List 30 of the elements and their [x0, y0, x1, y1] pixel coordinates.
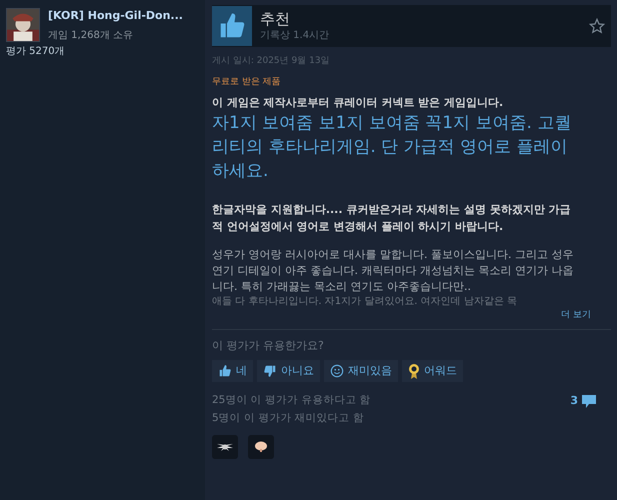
games-owned[interactable]: 게임 1,268개 소유 — [48, 28, 183, 42]
no-vote-button[interactable]: 아니요 — [257, 360, 320, 382]
free-product-label: 무료로 받은 제품 — [212, 76, 282, 88]
verdict-title: 추천 — [260, 10, 291, 28]
helpful-count: 25명이 이 평가가 유용하다고 함 — [212, 393, 372, 408]
yes-vote-button[interactable]: 네 — [212, 360, 253, 382]
posted-date: 게시 일시: 2025년 9월 13일 — [212, 55, 331, 68]
funny-vote-button[interactable]: 재미있음 — [324, 360, 398, 382]
bold-paragraph: 한글자막을 지원합니다.... 큐커받은거라 자세히는 설명 못하겠지만 가급적 언어설정에서 영어로 변경해서 플레이 하시기 바랍니다. — [212, 202, 572, 235]
bold-paragraph: 이 게임은 제작사로부터 큐레이터 커넥트 받은 게임입니다. — [212, 95, 504, 111]
reviewer-name[interactable]: [KOR] Hong-Gil-Don... — [48, 8, 183, 24]
smiley-icon — [330, 364, 344, 378]
comment-count[interactable]: 3 — [570, 393, 578, 410]
award-badge[interactable] — [212, 434, 238, 458]
comment-icon[interactable] — [581, 393, 597, 409]
award-badge[interactable] — [248, 434, 274, 458]
award-vote-button[interactable]: 어워드 — [402, 360, 463, 382]
headline-paragraph: 자1지 보여줌 보1지 보여줌 꼭1지 보여줌. 고퀄리티의 후타나리게임. 단 가급적 영어로 플레이하세요. — [212, 112, 572, 183]
playtime: 기록상 1.4시간 — [260, 28, 330, 42]
read-more-link[interactable]: 더 보기 — [561, 309, 591, 322]
thumbs-down-icon — [263, 364, 277, 378]
brain-icon — [254, 440, 268, 452]
star-icon[interactable] — [589, 18, 605, 34]
faded-paragraph: 애들 다 후타나리입니다. 자1지가 달려있어요. 여자인데 남자같은 목 — [212, 295, 518, 308]
thumbs-up-icon — [218, 364, 232, 378]
review-paragraph: 성우가 영어랑 러시아어로 대사를 말합니다. 풀보이스입니다. 그리고 성우연기 디테일이 아주 좋습니다. 캐릭터마다 개성넘치는 목소리 연기가 나옵니다. 특히 가래끓는 목소리 연기도 아주좋습니다만.. — [212, 247, 574, 295]
helpful-prompt: 이 평가가 유용한가요? — [212, 338, 325, 354]
medal-icon — [408, 363, 420, 379]
review-count[interactable]: 평가 5270개 — [6, 44, 199, 58]
funny-count: 5명이 이 평가가 재미있다고 함 — [212, 410, 366, 426]
